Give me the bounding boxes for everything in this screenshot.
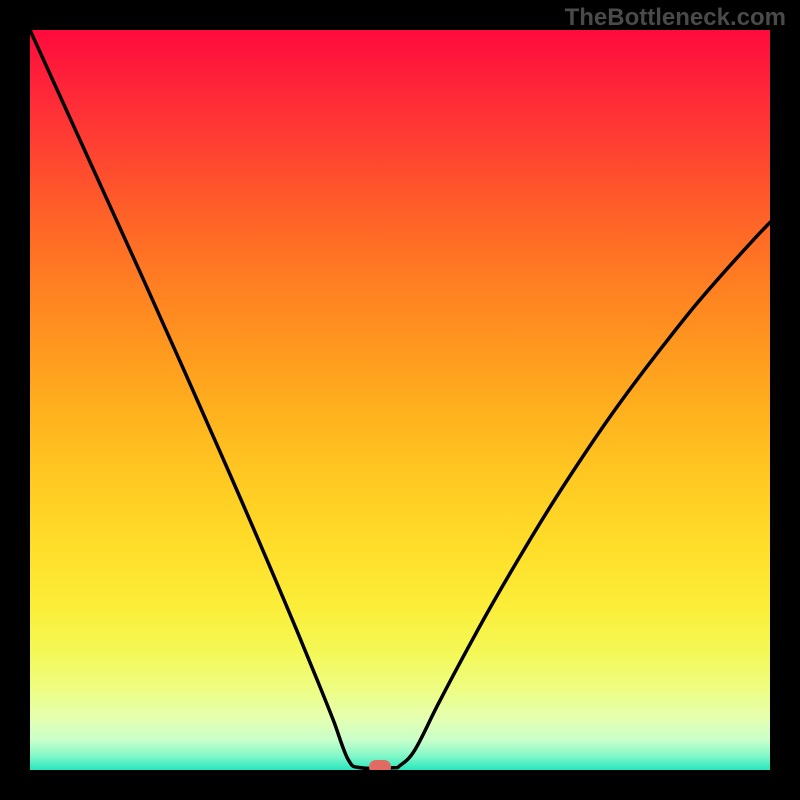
- minimum-marker: [369, 760, 391, 770]
- bottleneck-curve: [30, 30, 770, 769]
- watermark-text: TheBottleneck.com: [565, 4, 786, 32]
- plot-area: [30, 30, 770, 770]
- curve-svg: [30, 30, 770, 770]
